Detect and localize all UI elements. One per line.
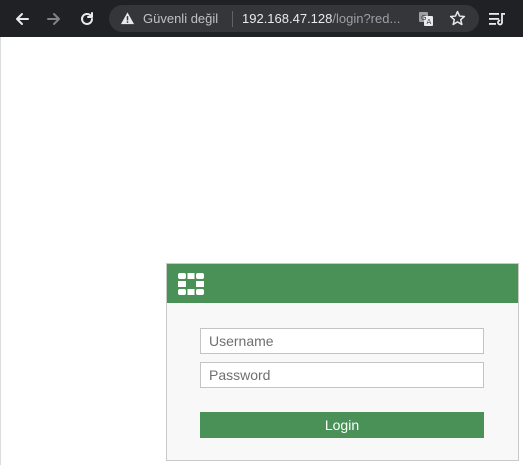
translate-icon[interactable]: G A bbox=[418, 11, 434, 27]
back-arrow-icon bbox=[16, 13, 29, 25]
forward-button[interactable] bbox=[42, 7, 66, 31]
window-edge bbox=[0, 37, 1, 465]
url-host: 192.168.47.128 bbox=[242, 11, 333, 26]
url-text[interactable]: 192.168.47.128/login?red... bbox=[242, 10, 400, 27]
forward-arrow-icon bbox=[47, 13, 60, 25]
fortinet-logo-icon bbox=[178, 273, 204, 295]
warning-icon[interactable] bbox=[120, 11, 135, 26]
reading-list-icon[interactable] bbox=[488, 10, 506, 28]
username-input[interactable] bbox=[200, 328, 484, 354]
login-panel-header bbox=[167, 264, 518, 303]
security-status-label[interactable]: Güvenli değil bbox=[143, 10, 218, 27]
address-bar[interactable]: Güvenli değil 192.168.47.128/login?red..… bbox=[109, 5, 479, 32]
back-button[interactable] bbox=[10, 7, 34, 31]
reload-button[interactable] bbox=[75, 7, 99, 31]
browser-toolbar: Güvenli değil 192.168.47.128/login?red..… bbox=[0, 0, 523, 37]
svg-text:A: A bbox=[427, 18, 432, 26]
reload-icon bbox=[81, 12, 93, 25]
omnibox-divider bbox=[232, 11, 233, 27]
url-path: /login?red... bbox=[332, 11, 401, 26]
login-button[interactable]: Login bbox=[200, 412, 484, 438]
star-icon[interactable] bbox=[449, 10, 466, 27]
password-input[interactable] bbox=[200, 362, 484, 388]
login-panel: Login bbox=[166, 263, 519, 461]
